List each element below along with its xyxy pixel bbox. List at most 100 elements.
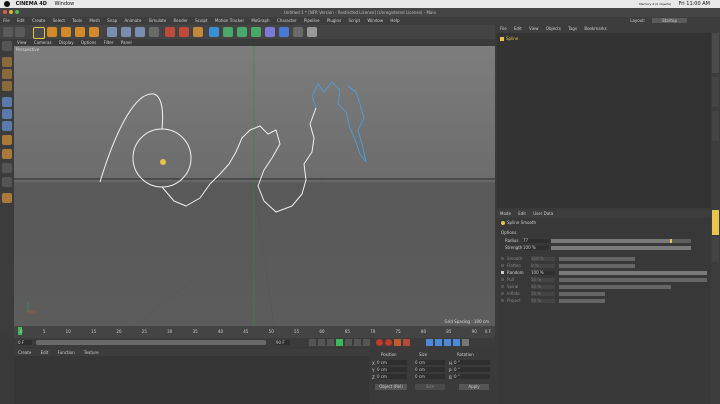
- tweak-mode-icon[interactable]: [2, 149, 12, 159]
- key-parameter-icon[interactable]: [444, 339, 451, 346]
- app-menu[interactable]: CINEMA 4D: [16, 1, 47, 7]
- close-window-button[interactable]: [3, 10, 7, 14]
- size-z-field[interactable]: 0 cm: [415, 374, 445, 379]
- menu-sculpt[interactable]: Sculpt: [195, 18, 208, 23]
- material-menu-function[interactable]: Function: [58, 350, 75, 355]
- keyframe-selection-icon[interactable]: [394, 339, 401, 346]
- random-field[interactable]: 100 %: [531, 271, 555, 275]
- project-row[interactable]: Project: [501, 298, 521, 304]
- strength-slider[interactable]: [551, 246, 691, 250]
- viewport-menu-display[interactable]: Display: [59, 40, 74, 45]
- object-menu-objects[interactable]: Objects: [546, 26, 561, 31]
- material-menu-edit[interactable]: Edit: [41, 350, 49, 355]
- pen-spline-icon[interactable]: [223, 27, 233, 37]
- object-manager[interactable]: Spline: [497, 33, 711, 208]
- pull-row[interactable]: Pull: [501, 277, 514, 283]
- object-row-spline[interactable]: Spline: [500, 36, 518, 42]
- end-frame-field[interactable]: 90 F: [276, 340, 290, 345]
- menu-pipeline[interactable]: Pipeline: [304, 18, 320, 23]
- camera-icon[interactable]: [293, 27, 303, 37]
- menu-simulate[interactable]: Simulate: [149, 18, 167, 23]
- radius-field[interactable]: 77: [523, 239, 549, 243]
- play-icon[interactable]: [336, 339, 343, 346]
- make-editable-icon[interactable]: [2, 41, 12, 51]
- sculpt-icon[interactable]: [2, 193, 12, 203]
- clock[interactable]: Fri 11:00 AM: [679, 1, 710, 7]
- object-menu-tags[interactable]: Tags: [568, 26, 577, 31]
- go-to-end-icon[interactable]: [363, 339, 370, 346]
- deformer-icon[interactable]: [265, 27, 275, 37]
- position-y-field[interactable]: 0 cm: [377, 367, 407, 372]
- key-pla-icon[interactable]: [453, 339, 460, 346]
- points-mode-icon[interactable]: [2, 97, 12, 107]
- project-slider[interactable]: [559, 299, 605, 303]
- objects-tab[interactable]: [712, 33, 719, 73]
- position-z-field[interactable]: 0 cm: [377, 374, 407, 379]
- go-to-start-icon[interactable]: [309, 339, 316, 346]
- random-row[interactable]: Random: [501, 270, 524, 276]
- scale-icon[interactable]: [61, 27, 71, 37]
- menu-window[interactable]: Window: [367, 18, 383, 23]
- checkbox[interactable]: [501, 292, 504, 295]
- flatten-slider[interactable]: [559, 264, 635, 268]
- menu-render[interactable]: Render: [174, 18, 188, 23]
- attribute-menu-mode[interactable]: Mode: [500, 211, 511, 216]
- menu-character[interactable]: Character: [277, 18, 297, 23]
- attribute-menu-user-data[interactable]: User Data: [533, 211, 553, 216]
- axis-mode-icon[interactable]: [2, 135, 12, 145]
- object-menu-bookmarks[interactable]: Bookmarks: [584, 26, 606, 31]
- menu-help[interactable]: Help: [390, 18, 399, 23]
- object-menu-edit[interactable]: Edit: [514, 26, 522, 31]
- coordinate-mode-dropdown[interactable]: Object (Rel): [375, 384, 407, 390]
- key-position-icon[interactable]: [403, 339, 410, 346]
- move-icon[interactable]: [47, 27, 57, 37]
- render-view-icon[interactable]: [165, 27, 175, 37]
- key-rotation-icon[interactable]: [435, 339, 442, 346]
- pull-slider[interactable]: [559, 278, 707, 282]
- spiral-row[interactable]: Spiral: [501, 284, 518, 290]
- checkbox[interactable]: [501, 264, 504, 267]
- viewport-menu-options[interactable]: Options: [81, 40, 96, 45]
- spiral-field[interactable]: 50 %: [531, 285, 555, 289]
- render-picture-viewer-icon[interactable]: [179, 27, 189, 37]
- minimize-window-button[interactable]: [9, 10, 13, 14]
- attributes-tab[interactable]: [712, 210, 719, 235]
- smooth-field[interactable]: 100 %: [531, 257, 555, 261]
- checkbox[interactable]: [501, 299, 504, 302]
- previous-key-icon[interactable]: [318, 339, 325, 346]
- recent-tools-icon[interactable]: [89, 27, 99, 37]
- viewport-menu-cameras[interactable]: Cameras: [34, 40, 52, 45]
- rotation-b-field[interactable]: 0 °: [454, 374, 490, 379]
- texture-mode-icon[interactable]: [2, 69, 12, 79]
- flatten-row[interactable]: Flatten: [501, 263, 521, 269]
- checkbox[interactable]: [501, 278, 504, 281]
- object-menu-view[interactable]: View: [529, 26, 539, 31]
- undo-icon[interactable]: [3, 27, 13, 37]
- position-x-field[interactable]: 0 cm: [377, 360, 407, 365]
- zoom-window-button[interactable]: [15, 10, 19, 14]
- previous-frame-icon[interactable]: [327, 339, 334, 346]
- viewport-menu-filter[interactable]: Filter: [104, 40, 114, 45]
- apply-button[interactable]: Apply: [459, 384, 489, 390]
- redo-icon[interactable]: [15, 27, 25, 37]
- rotate-icon[interactable]: [75, 27, 85, 37]
- array-icon[interactable]: [251, 27, 261, 37]
- material-menu-texture[interactable]: Texture: [84, 350, 99, 355]
- cube-icon[interactable]: [209, 27, 219, 37]
- floor-icon[interactable]: [279, 27, 289, 37]
- object-menu-file[interactable]: File: [500, 26, 507, 31]
- layers-tab[interactable]: [712, 237, 719, 262]
- checkbox[interactable]: [501, 257, 504, 260]
- checkbox[interactable]: [501, 285, 504, 288]
- inflate-row[interactable]: Inflate: [501, 291, 520, 297]
- menu-mograph[interactable]: MoGraph: [251, 18, 269, 23]
- menu-animate[interactable]: Animate: [125, 18, 142, 23]
- menu-file[interactable]: File: [3, 18, 10, 23]
- strength-field[interactable]: 100 %: [523, 246, 549, 250]
- edges-mode-icon[interactable]: [2, 109, 12, 119]
- z-axis-icon[interactable]: [135, 27, 145, 37]
- menu-motion-tracker[interactable]: Motion Tracker: [215, 18, 244, 23]
- menu-mesh[interactable]: Mesh: [89, 18, 100, 23]
- checkbox-checked[interactable]: [501, 271, 504, 274]
- timeline-options-icon[interactable]: [462, 339, 469, 346]
